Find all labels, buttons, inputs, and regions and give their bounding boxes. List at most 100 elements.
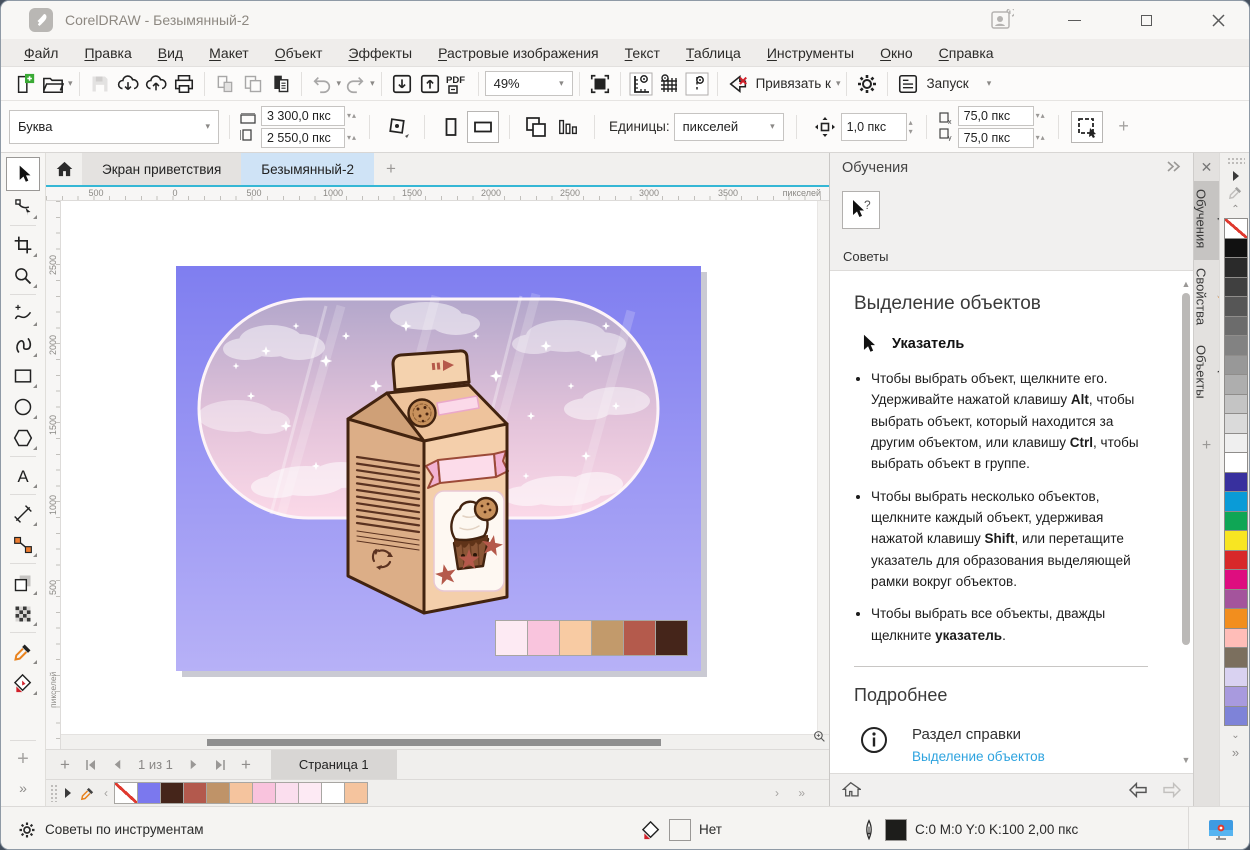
docker-tab-objects[interactable]: Объекты [1194, 337, 1220, 411]
color-swatch[interactable] [137, 782, 161, 804]
palette-flyout-arrow[interactable] [1220, 167, 1250, 184]
color-swatch[interactable] [527, 620, 560, 656]
docker-scrollbar-thumb[interactable] [1182, 293, 1190, 645]
units-combobox[interactable]: пикселей▾ [674, 113, 784, 141]
help-link[interactable]: Выделение объектов [912, 749, 1045, 764]
menu-view[interactable]: Вид [145, 39, 196, 67]
page-preset-combobox[interactable]: Буква▾ [9, 110, 219, 144]
horizontal-ruler[interactable]: 500 0 500 1000 1500 2000 2500 3000 3500 … [46, 185, 829, 201]
shape-tool[interactable] [6, 191, 40, 222]
autofit-page-button[interactable] [382, 111, 414, 143]
previous-page-button[interactable] [104, 752, 130, 778]
eyedropper-tool[interactable] [6, 636, 40, 667]
color-swatch[interactable] [1224, 608, 1248, 629]
color-swatch[interactable] [1224, 394, 1248, 415]
open-from-cloud-button[interactable] [114, 70, 142, 98]
palette-expand[interactable]: » [792, 786, 811, 800]
next-page-button[interactable] [181, 752, 207, 778]
page-width-field[interactable]: 3 300,0 пкс [261, 106, 345, 126]
color-swatch[interactable] [1224, 511, 1248, 532]
snap-to-caret[interactable]: ▾ [836, 78, 841, 89]
add-page-button[interactable]: + [52, 752, 78, 778]
last-page-button[interactable] [207, 752, 233, 778]
crop-tool[interactable] [6, 229, 40, 260]
treat-as-filled-toggle[interactable] [1071, 111, 1103, 143]
color-swatch[interactable] [655, 620, 688, 656]
new-document-button[interactable] [11, 70, 39, 98]
docker-close-icon[interactable]: ✕ [1194, 153, 1219, 181]
color-swatch[interactable] [1224, 628, 1248, 649]
color-swatch[interactable] [1224, 413, 1248, 434]
color-swatch[interactable] [321, 782, 345, 804]
color-swatch[interactable] [160, 782, 184, 804]
freehand-tool[interactable] [6, 298, 40, 329]
open-dropdown-caret[interactable]: ▾ [68, 78, 73, 89]
color-swatch[interactable] [1224, 589, 1248, 610]
redo-dropdown-caret[interactable]: ▾ [370, 78, 375, 89]
milk-carton-artwork[interactable] [176, 266, 701, 671]
color-swatch[interactable] [1224, 569, 1248, 590]
outline-pen-icon[interactable] [861, 819, 877, 841]
launch-caret[interactable]: ▾ [987, 78, 992, 89]
menu-bitmaps[interactable]: Растровые изображения [425, 39, 612, 67]
status-gear-icon[interactable] [17, 820, 37, 840]
docker-scrollbar[interactable]: ▲ ▼ [1180, 273, 1192, 771]
menu-file[interactable]: Файл [11, 39, 71, 67]
palette-scroll-left[interactable]: ‹ [98, 786, 114, 800]
color-swatch[interactable] [1224, 296, 1248, 317]
color-swatch[interactable] [252, 782, 276, 804]
show-grid-toggle[interactable] [655, 70, 683, 98]
copy-button[interactable] [239, 70, 267, 98]
palette-drag-handle[interactable] [50, 784, 58, 802]
close-button[interactable] [1205, 7, 1231, 33]
account-icon[interactable] [989, 7, 1015, 33]
color-swatch[interactable] [1224, 706, 1248, 727]
publish-pdf-button[interactable]: PDF [444, 70, 472, 98]
rectangle-tool[interactable] [6, 360, 40, 391]
status-fill-icon[interactable] [641, 820, 661, 840]
scrollbar-thumb[interactable] [207, 739, 661, 746]
tab-welcome-screen[interactable]: Экран приветствия [82, 153, 241, 185]
print-button[interactable] [170, 70, 198, 98]
minimize-button[interactable] [1061, 7, 1087, 33]
nudge-field[interactable]: 1,0 пкс [841, 113, 907, 141]
color-swatch[interactable] [1224, 647, 1248, 668]
color-swatch[interactable] [1224, 686, 1248, 707]
vertical-ruler[interactable]: 2500 2000 1500 1000 500 пикселей [46, 201, 61, 749]
color-swatch[interactable] [1224, 257, 1248, 278]
color-swatch[interactable] [275, 782, 299, 804]
canvas-horizontal-scrollbar[interactable] [61, 734, 829, 749]
interactive-fill-tool[interactable] [6, 667, 40, 698]
add-docker-button[interactable]: + [1202, 437, 1211, 455]
palette-scroll-up[interactable]: ⌃ [1220, 201, 1250, 218]
color-swatch[interactable] [1224, 667, 1248, 688]
hints-home-icon[interactable] [842, 781, 861, 799]
zoom-tool[interactable] [6, 260, 40, 291]
menu-layout[interactable]: Макет [196, 39, 262, 67]
fullscreen-preview-button[interactable] [586, 70, 614, 98]
docker-tab-properties[interactable]: Свойства [1194, 260, 1220, 337]
color-swatch[interactable] [183, 782, 207, 804]
palette-eyedropper-icon[interactable] [1220, 184, 1250, 201]
landscape-button[interactable] [467, 111, 499, 143]
color-swatch[interactable] [559, 620, 592, 656]
add-tool-plus-button[interactable]: + [6, 744, 40, 775]
color-swatch[interactable] [623, 620, 656, 656]
color-swatch[interactable] [1224, 355, 1248, 376]
first-page-button[interactable] [78, 752, 104, 778]
all-pages-size-button[interactable] [552, 111, 584, 143]
color-swatch[interactable] [1224, 530, 1248, 551]
palette-flyout-arrow[interactable] [60, 780, 76, 806]
text-tool[interactable]: A [6, 460, 40, 491]
palette-scroll-down[interactable]: ⌄ [1220, 727, 1250, 744]
color-swatch[interactable] [1224, 491, 1248, 512]
transparency-tool[interactable] [6, 598, 40, 629]
palette-scroll-right[interactable]: › [769, 786, 785, 800]
drawing-canvas[interactable] [61, 201, 829, 749]
duplicate-y-field[interactable]: 75,0 пкс [958, 128, 1034, 148]
hints-forward-icon[interactable] [1162, 782, 1182, 798]
color-swatch[interactable] [495, 620, 528, 656]
fill-color-swatch[interactable] [669, 819, 691, 841]
menu-text[interactable]: Текст [612, 39, 673, 67]
portrait-button[interactable] [435, 111, 467, 143]
